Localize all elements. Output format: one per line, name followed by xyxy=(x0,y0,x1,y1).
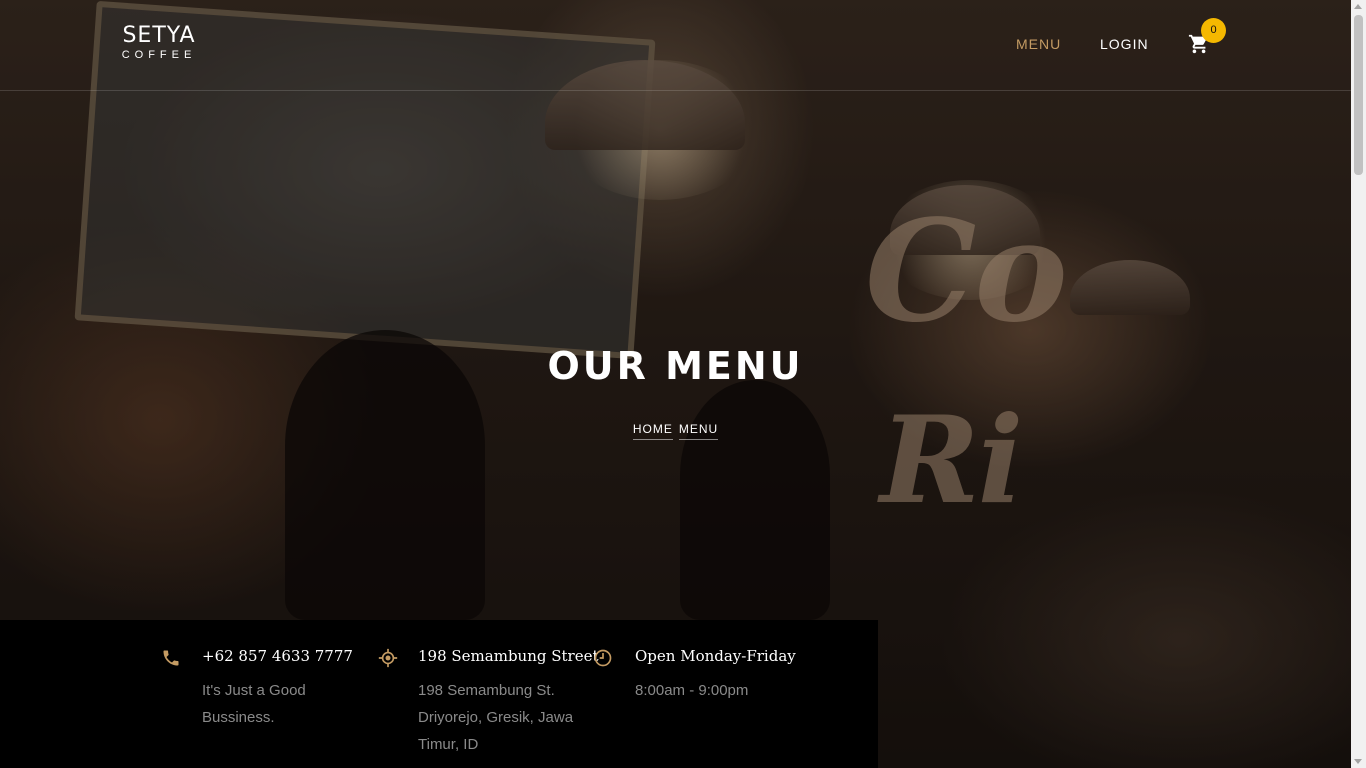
site-header: SETYA COFFEE MENU LOGIN 0 xyxy=(0,0,1351,91)
page-title: OUR MENU xyxy=(547,344,804,388)
contact-info-bar: +62 857 4633 7777 It's Just a Good Bussi… xyxy=(0,620,878,768)
scroll-down-arrow-icon[interactable] xyxy=(1354,759,1362,764)
info-address-text: 198 Semambung St. Driyorejo, Gresik, Jaw… xyxy=(418,682,574,753)
cart-count-badge: 0 xyxy=(1201,18,1226,43)
nav-menu-link[interactable]: MENU xyxy=(1016,36,1061,52)
info-phone-title: +62 857 4633 7777 xyxy=(202,647,353,665)
scroll-up-arrow-icon[interactable] xyxy=(1354,4,1362,9)
info-hours-title: Open Monday-Friday xyxy=(635,647,796,665)
breadcrumb-home[interactable]: HOME xyxy=(632,422,673,440)
logo-tagline: COFFEE xyxy=(121,49,197,61)
info-hours-text: 8:00am - 9:00pm xyxy=(635,682,749,699)
info-phone-text: It's Just a Good Bussiness. xyxy=(202,682,306,726)
breadcrumb-menu: MENU xyxy=(678,422,719,440)
breadcrumb: HOME MENU xyxy=(0,422,1351,440)
info-address-title: 198 Semambung Street xyxy=(418,647,599,665)
clock-icon xyxy=(594,649,612,667)
logo-name: SETYA xyxy=(122,23,196,48)
location-icon xyxy=(378,648,398,668)
scroll-thumb[interactable] xyxy=(1354,15,1363,175)
phone-icon xyxy=(163,650,179,666)
site-logo[interactable]: SETYA COFFEE xyxy=(120,24,198,62)
page-scrollbar[interactable] xyxy=(1351,0,1366,768)
nav-login-link[interactable]: LOGIN xyxy=(1100,36,1149,52)
